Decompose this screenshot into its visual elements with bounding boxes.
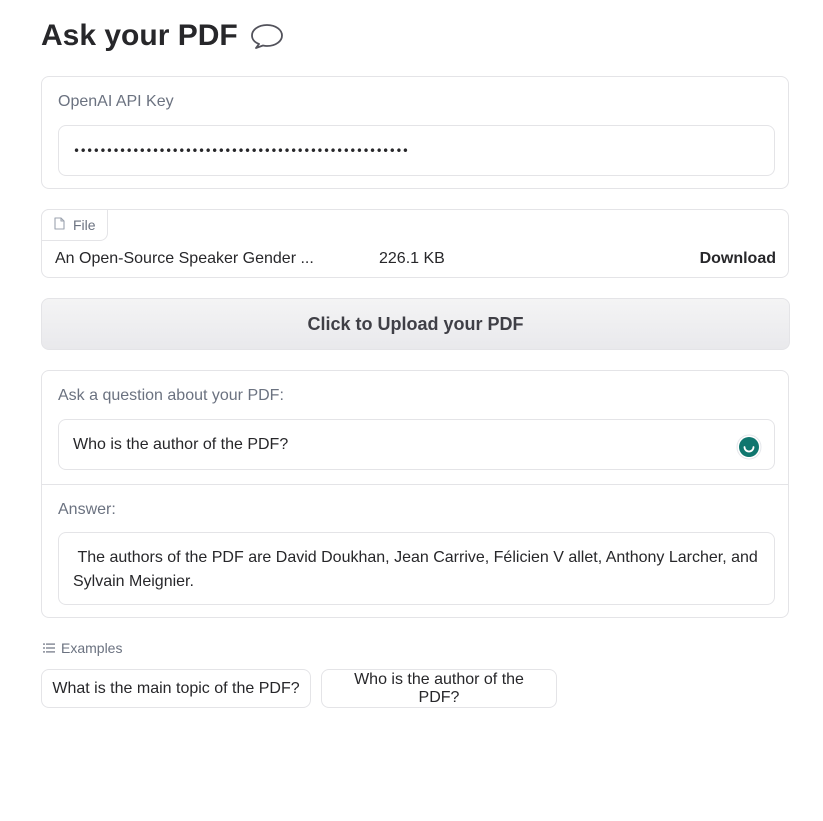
list-icon <box>43 640 55 656</box>
panel-divider <box>42 484 788 485</box>
example-button-main-topic[interactable]: What is the main topic of the PDF? <box>41 669 311 708</box>
file-tab: File <box>41 209 108 241</box>
download-link[interactable]: Download <box>700 250 776 268</box>
question-input[interactable]: Who is the author of the PDF? <box>58 419 775 470</box>
speech-bubble-icon <box>250 22 284 50</box>
answer-output[interactable]: The authors of the PDF are David Doukhan… <box>58 532 775 605</box>
loading-spinner-icon <box>736 434 762 459</box>
examples-label: Examples <box>61 640 123 656</box>
api-key-panel: OpenAI API Key •••••••••••••••••••••••••… <box>41 76 789 189</box>
qa-panel: Ask a question about your PDF: Who is th… <box>41 370 789 618</box>
answer-label: Answer: <box>58 501 116 518</box>
upload-pdf-button[interactable]: Click to Upload your PDF <box>41 298 790 350</box>
page-title: Ask your PDF <box>41 14 284 58</box>
file-panel: File An Open-Source Speaker Gender ... 2… <box>41 209 789 278</box>
example-button-author[interactable]: Who is the author of the PDF? <box>321 669 557 708</box>
api-key-input[interactable]: ••••••••••••••••••••••••••••••••••••••••… <box>58 125 775 176</box>
api-key-label: OpenAI API Key <box>58 93 174 110</box>
question-text: Who is the author of the PDF? <box>73 435 289 453</box>
page-title-text: Ask your PDF <box>41 19 238 52</box>
file-icon <box>54 217 65 233</box>
file-size: 226.1 KB <box>379 250 445 267</box>
question-label: Ask a question about your PDF: <box>58 387 284 404</box>
file-tab-label: File <box>73 217 96 233</box>
examples-header: Examples <box>43 640 122 656</box>
file-name: An Open-Source Speaker Gender ... <box>55 250 314 267</box>
